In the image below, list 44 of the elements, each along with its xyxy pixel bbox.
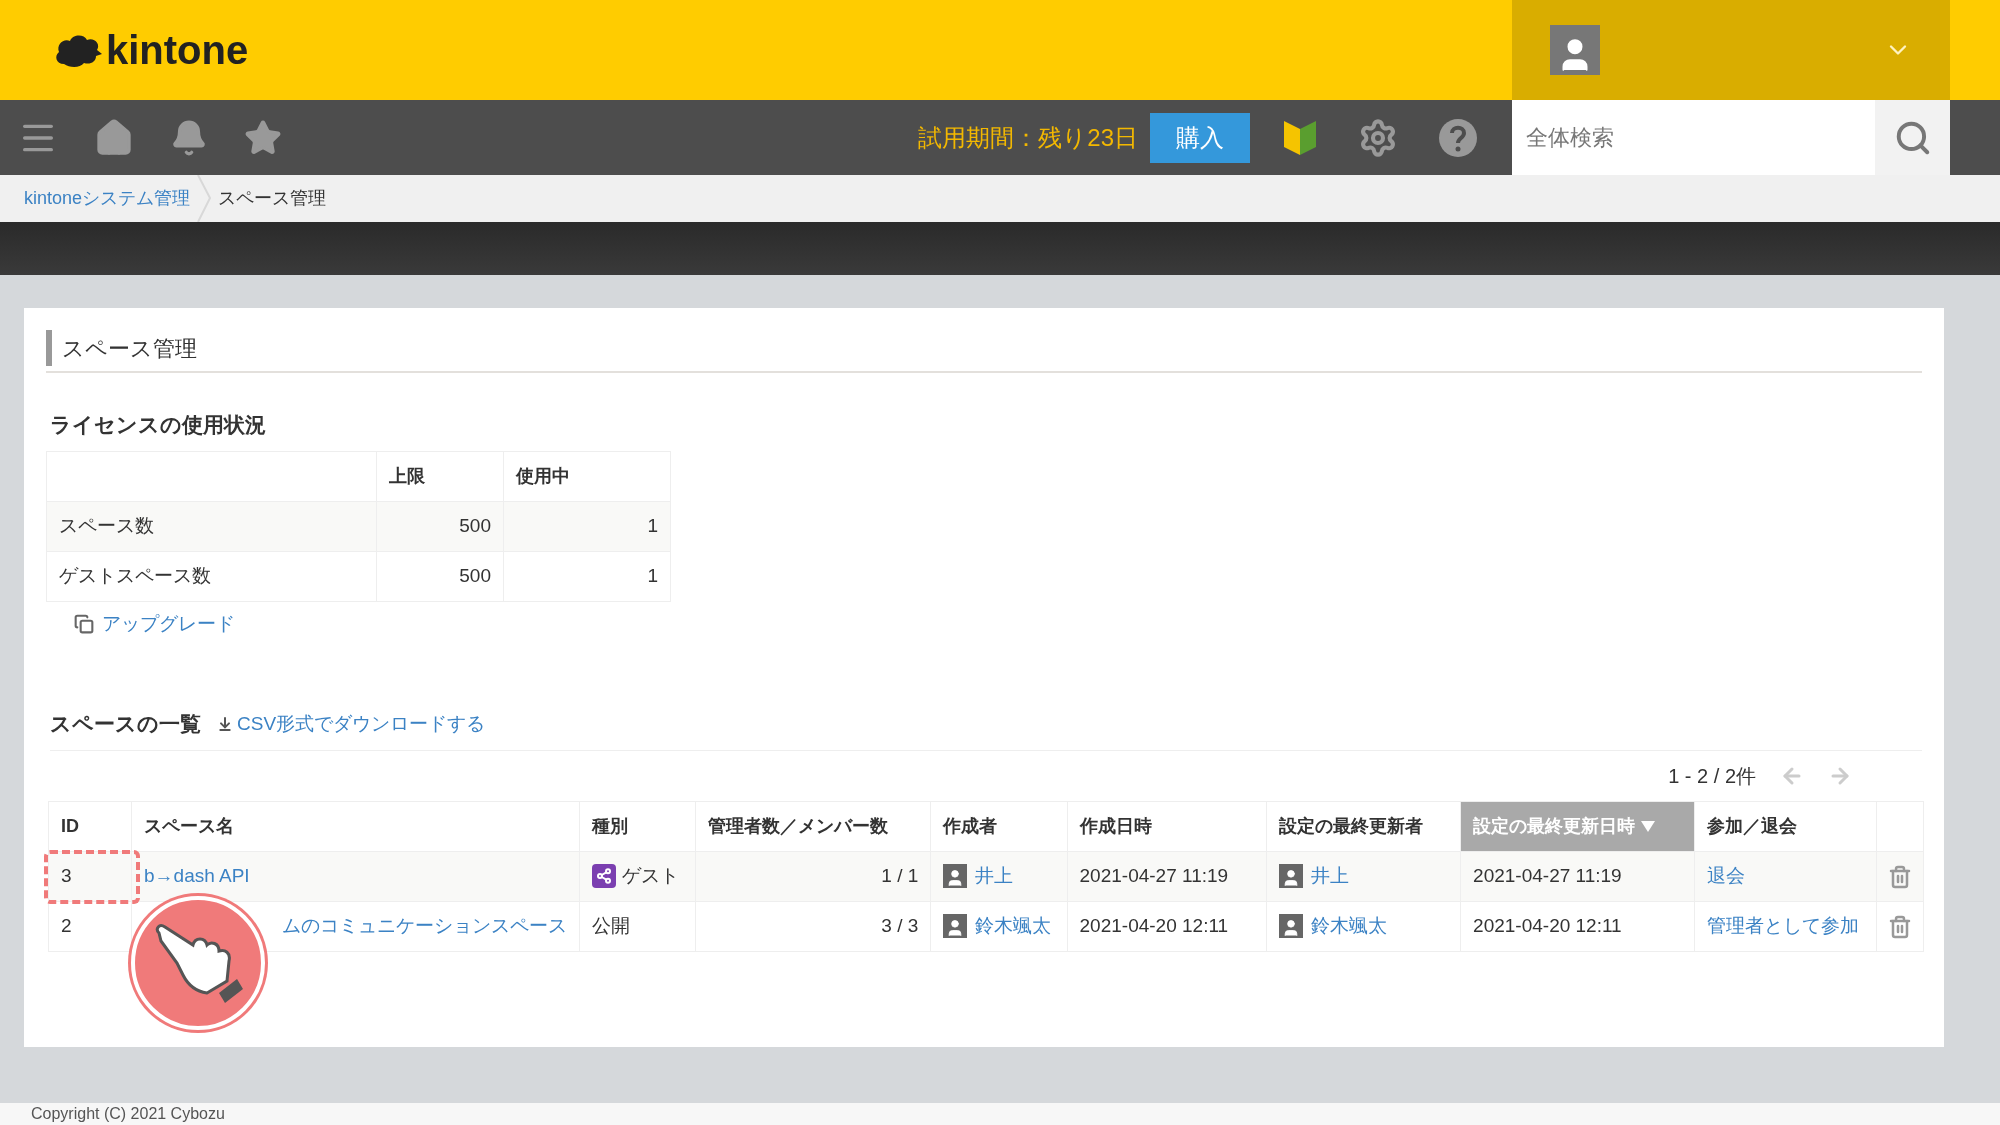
table-cell: 500 — [376, 501, 504, 551]
table-cell-text: ゲスト — [622, 863, 679, 888]
table-cell: スペース数 — [46, 501, 377, 551]
table-cell: 1 / 1 — [695, 851, 931, 901]
table-cell: 2021-04-20 12:11 — [1460, 901, 1695, 951]
csv-download-link[interactable]: CSV形式でダウンロードする — [237, 709, 486, 738]
table-cell: 1 — [503, 551, 671, 601]
table-cell: 2 — [61, 914, 72, 936]
table-cell: 2021-04-27 11:19 — [1460, 851, 1695, 901]
column-header[interactable]: スペース名 — [131, 801, 580, 851]
user-link[interactable]: 井上 — [1310, 861, 1349, 891]
table-cell: 1 — [503, 501, 671, 551]
breadcrumb-current: スペース管理 — [218, 187, 327, 210]
column-header[interactable]: 作成者 — [930, 801, 1068, 851]
column-header: 使用中 — [503, 451, 671, 501]
table-cell: 2021-04-20 12:11 — [1067, 901, 1267, 951]
trial-period-text: 試用期間：残り23日 — [918, 122, 1138, 153]
column-header[interactable]: 管理者数／メンバー数 — [695, 801, 931, 851]
breadcrumb-link[interactable]: kintoneシステム管理 — [24, 185, 191, 212]
pagination-text: 1 - 2 / 2件 — [1668, 763, 1756, 789]
page-title: スペース管理 — [62, 334, 197, 363]
buy-button[interactable]: 購入 — [1150, 112, 1250, 163]
copyright-text: Copyright (C) 2021 Cybozu — [31, 1104, 225, 1124]
search-field[interactable]: 全体検索 — [1512, 100, 1875, 175]
upgrade-link[interactable]: アップグレード — [102, 609, 235, 638]
logo-text: kintone — [106, 30, 249, 70]
section-title: ライセンスの使用状況 — [50, 412, 267, 438]
table-cell: 3 / 3 — [695, 901, 931, 951]
column-header[interactable]: 設定の最終更新日時 — [1460, 801, 1695, 851]
table-cell: 3 — [61, 864, 72, 886]
section-title: スペースの一覧 — [50, 711, 201, 737]
column-header: 上限 — [376, 451, 504, 501]
join-leave-link[interactable]: 退会 — [1707, 864, 1745, 886]
table-cell-text: 公開 — [592, 913, 630, 938]
table-cell: ゲストスペース数 — [46, 551, 377, 601]
column-header[interactable]: ID — [48, 801, 132, 851]
column-header[interactable]: 種別 — [579, 801, 696, 851]
table-cell: 500 — [376, 551, 504, 601]
column-header[interactable]: 参加／退会 — [1694, 801, 1877, 851]
column-header[interactable]: 設定の最終更新者 — [1266, 801, 1461, 851]
space-name-link[interactable]: b→dash API — [144, 864, 250, 886]
table-cell: 2021-04-27 11:19 — [1067, 851, 1267, 901]
user-link[interactable]: 井上 — [975, 861, 1014, 891]
column-header[interactable]: 作成日時 — [1067, 801, 1267, 851]
